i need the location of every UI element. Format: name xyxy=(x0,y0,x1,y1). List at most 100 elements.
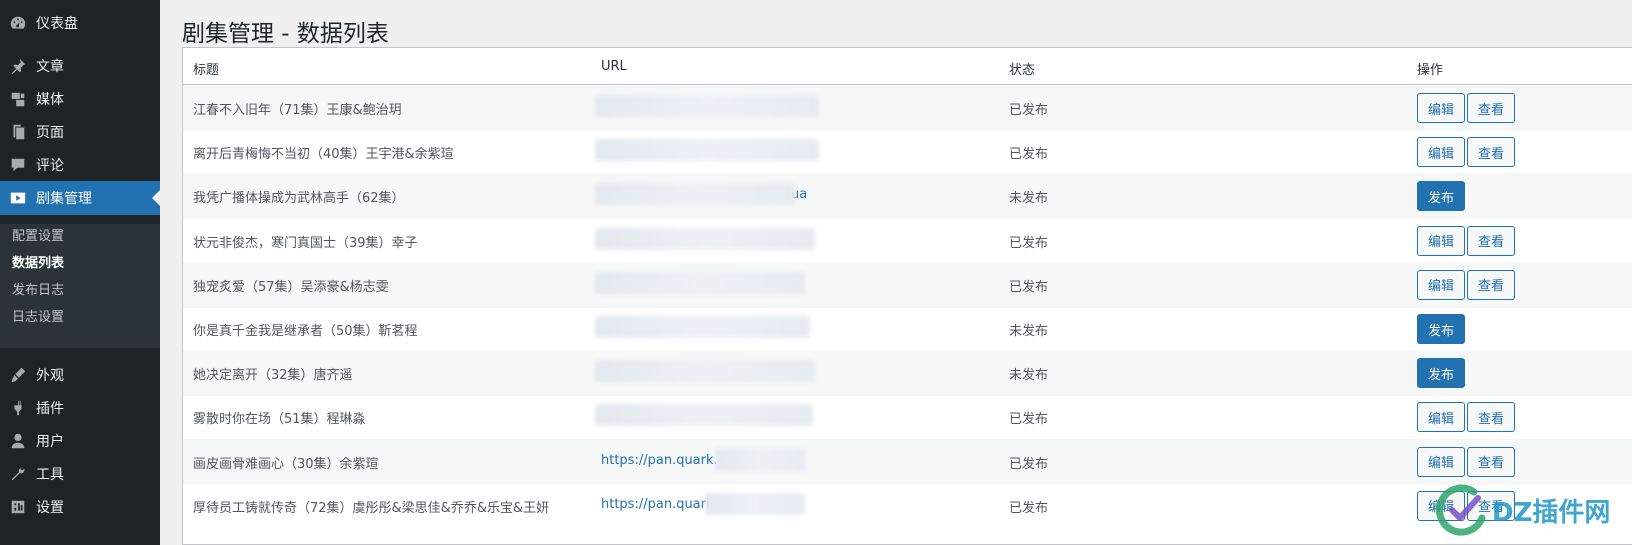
url-redaction-mask xyxy=(595,95,819,117)
edit-button[interactable]: 编辑 xyxy=(1417,225,1465,256)
page-icon xyxy=(0,123,36,141)
menu-label: 剧集管理 xyxy=(36,191,92,207)
row-title: 画皮画骨难画心（30集）余紫瑄 xyxy=(193,456,379,472)
edit-button[interactable]: 编辑 xyxy=(1417,402,1465,433)
menu-item-appearance[interactable]: 外观 xyxy=(0,358,160,392)
row-status: 已发布 xyxy=(1009,456,1049,472)
menu-item-dashboard[interactable]: 仪表盘 xyxy=(0,6,160,40)
column-header-title[interactable]: 标题 xyxy=(193,59,219,78)
menu-label: 插件 xyxy=(36,401,64,417)
edit-button[interactable]: 编辑 xyxy=(1417,137,1465,168)
user-icon xyxy=(0,432,36,450)
menu-item-users[interactable]: 用户 xyxy=(0,424,160,458)
url-redaction-mask xyxy=(595,316,810,338)
table-row: 江春不入旧年（71集）王康&鲍治玥 已发布 编辑 查看 xyxy=(183,85,1632,131)
publish-button[interactable]: 发布 xyxy=(1417,358,1465,389)
pin-icon xyxy=(0,57,36,75)
submenu-publish-log[interactable]: 发布日志 xyxy=(12,279,64,298)
url-redaction-mask xyxy=(595,271,805,294)
watermark-text: DZ插件网 xyxy=(1492,497,1611,528)
edit-button[interactable]: 编辑 xyxy=(1417,446,1465,477)
column-header-actions: 操作 xyxy=(1417,63,1444,78)
table-row: 她决定离开（32集）唐齐遥 未发布 发布 xyxy=(183,350,1632,397)
menu-item-settings[interactable]: 设置 xyxy=(0,490,160,524)
settings-icon xyxy=(0,498,36,516)
row-status: 已发布 xyxy=(1009,279,1049,295)
media-icon xyxy=(0,90,36,108)
row-title: 雾散时你在场（51集）程琳淼 xyxy=(193,412,366,428)
watermark-logo-icon xyxy=(1436,484,1486,536)
brush-icon xyxy=(0,366,36,384)
view-button[interactable]: 查看 xyxy=(1467,93,1515,123)
url-redaction-mask xyxy=(715,448,805,471)
row-title: 她决定离开（32集）唐齐遥 xyxy=(193,368,353,384)
view-button[interactable]: 查看 xyxy=(1467,137,1515,168)
table-row: 你是真千金我是继承者（50集）靳茗程 未发布 发布 xyxy=(183,306,1632,352)
data-table: 标题 URL 状态 操作 江春不入旧年（71集）王康&鲍治玥 已发布 编辑 查看 离开后… xyxy=(182,47,1632,545)
wrench-icon xyxy=(0,465,36,483)
column-header-status[interactable]: 状态 xyxy=(1009,59,1035,78)
menu-item-comments[interactable]: 评论 xyxy=(0,148,160,182)
edit-button[interactable]: 编辑 xyxy=(1417,269,1465,300)
menu-item-tools[interactable]: 工具 xyxy=(0,457,160,491)
comment-icon xyxy=(0,156,36,174)
page-title: 剧集管理 - 数据列表 xyxy=(182,21,389,47)
url-redaction-mask xyxy=(595,404,813,427)
view-button[interactable]: 查看 xyxy=(1467,446,1515,477)
row-status: 已发布 xyxy=(1009,412,1049,428)
row-status: 未发布 xyxy=(1009,191,1049,207)
dashboard-icon xyxy=(0,14,36,32)
row-title: 独宠炙爱（57集）吴添豪&杨志雯 xyxy=(193,279,389,295)
view-button[interactable]: 查看 xyxy=(1467,269,1515,300)
menu-label: 文章 xyxy=(36,59,64,75)
row-status: 未发布 xyxy=(1009,324,1049,339)
menu-item-pages[interactable]: 页面 xyxy=(0,115,160,149)
row-title: 厚待员工铸就传奇（72集）虞彤彤&梁思佳&乔乔&乐宝&王妍 xyxy=(193,500,550,516)
menu-label: 媒体 xyxy=(36,92,64,108)
video-icon xyxy=(0,189,36,207)
edit-button[interactable]: 编辑 xyxy=(1417,93,1465,123)
menu-item-plugins[interactable]: 插件 xyxy=(0,391,160,425)
table-row: 雾散时你在场（51集）程琳淼 已发布 编辑 查看 xyxy=(183,394,1632,440)
table-row: 离开后青梅悔不当初（40集）王宇港&余紫瑄 已发布 编辑 查看 xyxy=(183,129,1632,175)
menu-label: 工具 xyxy=(36,467,64,483)
row-status: 未发布 xyxy=(1009,368,1049,384)
menu-item-posts[interactable]: 文章 xyxy=(0,49,160,83)
menu-item-media[interactable]: 媒体 xyxy=(0,82,160,116)
row-status: 已发布 xyxy=(1009,500,1049,516)
submenu-log-settings[interactable]: 日志设置 xyxy=(12,306,64,325)
row-title: 状元非俊杰，寒门真国士（39集）幸子 xyxy=(193,235,418,251)
site-watermark: DZ插件网 xyxy=(1434,480,1624,540)
url-redaction-mask xyxy=(705,492,805,515)
view-button[interactable]: 查看 xyxy=(1467,225,1515,256)
row-status: 已发布 xyxy=(1009,103,1049,118)
menu-label: 外观 xyxy=(36,368,64,384)
table-row: 状元非俊杰，寒门真国士（39集）幸子 已发布 编辑 查看 xyxy=(183,218,1632,264)
menu-label: 设置 xyxy=(36,500,64,516)
episodes-submenu: 配置设置 数据列表 发布日志 日志设置 xyxy=(0,224,160,348)
row-title: 你是真千金我是继承者（50集）靳茗程 xyxy=(193,324,418,339)
submenu-config[interactable]: 配置设置 xyxy=(12,225,64,244)
table-row: 厚待员工铸就传奇（72集）虞彤彤&梁思佳&乔乔&乐宝&王妍 https://pan… xyxy=(183,483,1632,529)
table-header: 标题 URL 状态 操作 xyxy=(183,48,1632,85)
row-status: 已发布 xyxy=(1009,235,1049,251)
menu-label: 仪表盘 xyxy=(36,16,78,32)
table-row: 独宠炙爱（57集）吴添豪&杨志雯 已发布 编辑 查看 xyxy=(183,261,1632,308)
menu-label: 页面 xyxy=(36,125,64,141)
url-redaction-mask xyxy=(595,139,819,162)
view-button[interactable]: 查看 xyxy=(1467,402,1515,433)
publish-button[interactable]: 发布 xyxy=(1417,314,1465,344)
menu-item-episodes[interactable]: 剧集管理 xyxy=(0,181,160,215)
column-header-url[interactable]: URL xyxy=(601,59,627,74)
table-row: 我凭广播体操成为武林高手（62集） ua 未发布 发布 xyxy=(183,173,1632,220)
submenu-data-list[interactable]: 数据列表 xyxy=(12,252,64,271)
publish-button[interactable]: 发布 xyxy=(1417,181,1465,212)
table-row: 画皮画骨难画心（30集）余紫瑄 https://pan.quark.cn/s 已发布… xyxy=(183,438,1632,485)
row-title: 我凭广播体操成为武林高手（62集） xyxy=(193,191,405,207)
plugin-icon xyxy=(0,399,36,417)
url-redaction-mask xyxy=(595,360,815,383)
menu-label: 评论 xyxy=(36,158,64,174)
url-redaction-mask xyxy=(595,183,795,206)
row-title: 江春不入旧年（71集）王康&鲍治玥 xyxy=(193,103,402,118)
menu-label: 用户 xyxy=(36,434,64,450)
